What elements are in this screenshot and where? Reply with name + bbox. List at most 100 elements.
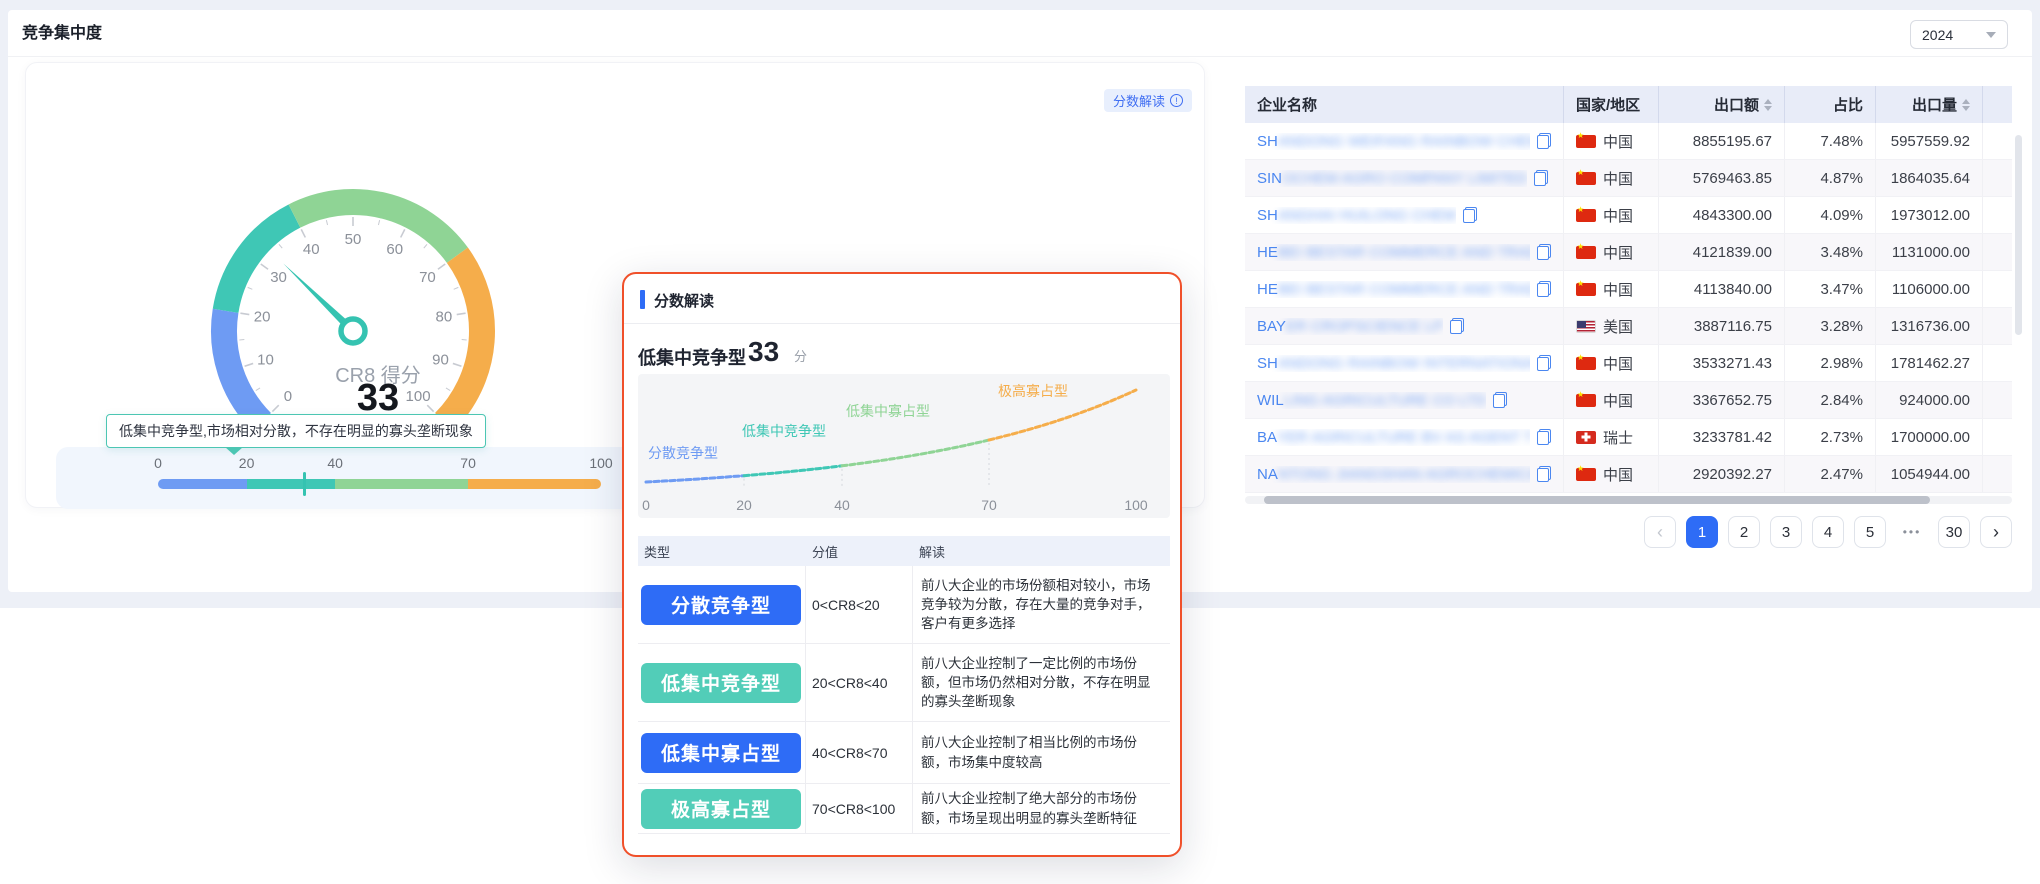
company-name-link[interactable]: BAYER CROPSCIENCE LP xyxy=(1257,318,1443,335)
page-ellipsis[interactable]: ••• xyxy=(1896,516,1928,548)
blurred-company-name: NTONG JIANGSHAN AGROCHEMICAL xyxy=(1278,466,1530,483)
copy-icon[interactable] xyxy=(1463,207,1477,223)
blurred-company-name: BEI BESTAR COMMERCE AND TRAD xyxy=(1278,244,1530,261)
flag-icon-ch xyxy=(1576,431,1596,444)
curve-x-tick-label: 100 xyxy=(1124,497,1148,513)
score-scale-tick-label: 20 xyxy=(225,455,269,471)
sort-icon[interactable] xyxy=(1764,99,1772,111)
table-row: SHANDONG WEIFANG RAINBOW CHEMIC...中国8855… xyxy=(1245,123,2012,160)
company-table-body: SHANDONG WEIFANG RAINBOW CHEMIC... 中国 8855… xyxy=(1245,123,2012,493)
page-button-30[interactable]: 30 xyxy=(1938,516,1970,548)
volume-cell: 1316736.00 xyxy=(1876,308,1983,344)
score-scale-segment xyxy=(468,479,601,489)
company-name-link[interactable]: SHANGHAI HUILONG CHEM xyxy=(1257,207,1456,224)
table-row: WILLING AGRICULTURE CO LTD中国3367652.752.… xyxy=(1245,382,2012,419)
copy-icon[interactable] xyxy=(1493,392,1507,408)
gauge-tick xyxy=(326,220,327,225)
gauge-tick xyxy=(301,229,305,237)
export-value-cell: 2920392.27 xyxy=(1659,456,1785,492)
mcol-desc: 解读 xyxy=(913,542,1170,561)
page-button-1[interactable]: 1 xyxy=(1686,516,1718,548)
curve-x-tick-label: 0 xyxy=(642,497,650,513)
copy-icon[interactable] xyxy=(1534,170,1548,186)
table-row: HEBEI BESTAR COMMERCE AND TRADE...中国4113… xyxy=(1245,271,2012,308)
year-select[interactable]: 2024 xyxy=(1910,20,2008,49)
horizontal-scrollbar-thumb[interactable] xyxy=(1264,496,1930,504)
sort-icon[interactable] xyxy=(1962,99,1970,111)
country-name: 瑞士 xyxy=(1603,427,1633,448)
extra-cell xyxy=(1983,197,2012,233)
mcol-range: 分值 xyxy=(806,542,913,561)
gauge-tick-label: 70 xyxy=(419,269,436,286)
extra-cell xyxy=(1983,345,2012,381)
company-name-link[interactable]: HEBEI BESTAR COMMERCE AND TRADE... xyxy=(1257,244,1530,261)
interpretation-text: 前八大企业控制了相当比例的市场份额，市场集中度较高 xyxy=(913,729,1170,775)
blurred-company-name: YER AGRICULTURE BV AS AGENT T xyxy=(1277,429,1530,446)
year-select-value: 2024 xyxy=(1922,27,1953,43)
table-row: BAYER AGRICULTURE BV AS AGENT TO...瑞士323… xyxy=(1245,419,2012,456)
copy-icon[interactable] xyxy=(1450,318,1464,334)
page-button-3[interactable]: 3 xyxy=(1770,516,1802,548)
company-name-link[interactable]: SINOCHEM AGRO COMPANY LIMITED xyxy=(1257,170,1527,187)
blurred-company-name: BEI BESTAR COMMERCE AND TRAD xyxy=(1278,281,1530,298)
copy-icon[interactable] xyxy=(1537,133,1551,149)
extra-cell xyxy=(1983,456,2012,492)
score-scale-tick-label: 70 xyxy=(446,455,490,471)
page-button-5[interactable]: 5 xyxy=(1854,516,1886,548)
company-name-link[interactable]: BAYER AGRICULTURE BV AS AGENT TO... xyxy=(1257,429,1530,446)
pagination: ‹12345•••30› xyxy=(1245,516,2012,548)
company-name-link[interactable]: HEBEI BESTAR COMMERCE AND TRADE... xyxy=(1257,281,1530,298)
page-button-2[interactable]: 2 xyxy=(1728,516,1760,548)
interpretation-row: 低集中竞争型20<CR8<40前八大企业控制了一定比例的市场份额，但市场仍然相对… xyxy=(638,644,1170,722)
cr8-range: 70<CR8<100 xyxy=(806,801,895,817)
col-header-export-volume[interactable]: 出口量 xyxy=(1876,86,1983,123)
col-header-export-value[interactable]: 出口额 xyxy=(1659,86,1785,123)
score-scale-segment xyxy=(247,479,336,489)
copy-icon[interactable] xyxy=(1537,355,1551,371)
next-page-button[interactable]: › xyxy=(1980,516,2012,548)
company-name-link[interactable]: SHANDONG WEIFANG RAINBOW CHEMIC... xyxy=(1257,133,1530,150)
interpretation-curve-panel: 分散竞争型低集中竞争型低集中寡占型极高寡占型0204070100 xyxy=(638,374,1170,518)
gauge-segment xyxy=(224,311,262,422)
flag-icon-cn xyxy=(1576,209,1596,222)
flag-icon-cn xyxy=(1576,172,1596,185)
company-table: 企业名称 国家/地区 出口额 占比 出口量 SHANDONG WEIF xyxy=(1245,86,2012,493)
curve-segment-label: 极高寡占型 xyxy=(998,383,1068,399)
company-name-link[interactable]: WILLING AGRICULTURE CO LTD xyxy=(1257,392,1486,409)
country-name: 美国 xyxy=(1603,316,1633,337)
vertical-scrollbar-thumb[interactable] xyxy=(2015,135,2022,335)
company-name-link[interactable]: NANTONG JIANGSHAN AGROCHEMICALL ... xyxy=(1257,466,1530,483)
interpretation-curve-chart: 分散竞争型低集中竞争型低集中寡占型极高寡占型0204070100 xyxy=(638,374,1170,518)
export-value-cell: 4113840.00 xyxy=(1659,271,1785,307)
mcol-type: 类型 xyxy=(638,542,806,561)
table-row: HEBEI BESTAR COMMERCE AND TRADE...中国4121… xyxy=(1245,234,2012,271)
horizontal-scrollbar[interactable] xyxy=(1245,496,2012,504)
gauge-tick xyxy=(261,264,268,269)
table-row: BAYER CROPSCIENCE LP美国3887116.753.28%131… xyxy=(1245,308,2012,345)
country-name: 中国 xyxy=(1603,390,1633,411)
company-name-link[interactable]: SHANDONG RAINBOW INTERNATIONALC... xyxy=(1257,355,1530,372)
curve-segment xyxy=(646,476,744,482)
country-name: 中国 xyxy=(1603,353,1633,374)
country-name: 中国 xyxy=(1603,464,1633,485)
page: 竞争集中度 2024 分数解读 ! 0102030405060708090100… xyxy=(0,0,2040,884)
col-header-extra xyxy=(1983,86,2012,123)
country-name: 中国 xyxy=(1603,242,1633,263)
copy-icon[interactable] xyxy=(1537,466,1551,482)
copy-icon[interactable] xyxy=(1537,281,1551,297)
share-cell: 2.73% xyxy=(1785,419,1876,455)
gauge-tick-label: 80 xyxy=(436,309,453,326)
copy-icon[interactable] xyxy=(1537,244,1551,260)
copy-icon[interactable] xyxy=(1537,429,1551,445)
flag-icon-us xyxy=(1576,320,1596,333)
page-button-4[interactable]: 4 xyxy=(1812,516,1844,548)
export-value-cell: 8855195.67 xyxy=(1659,123,1785,159)
gauge-needle-cap xyxy=(341,319,365,343)
share-cell: 3.28% xyxy=(1785,308,1876,344)
curve-segment-label: 低集中竞争型 xyxy=(742,423,826,439)
score-button-label: 分数解读 xyxy=(1113,91,1165,110)
score-interpretation-button[interactable]: 分数解读 ! xyxy=(1104,89,1192,112)
page-title: 竞争集中度 xyxy=(22,10,102,57)
flag-icon-cn xyxy=(1576,394,1596,407)
cr8-range: 0<CR8<20 xyxy=(806,597,880,613)
